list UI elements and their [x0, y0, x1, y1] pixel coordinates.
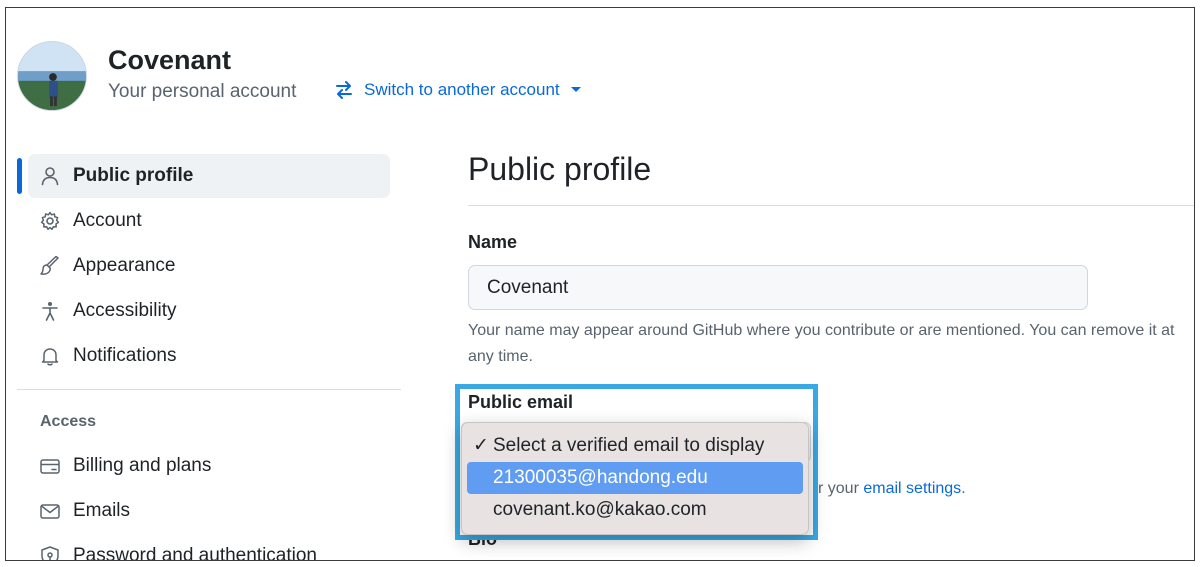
email-option-label: 21300035@handong.edu: [493, 467, 708, 488]
sidebar-item-label: Appearance: [73, 255, 176, 276]
sidebar-item-notifications[interactable]: Notifications: [28, 334, 390, 378]
name-field-value: Covenant: [487, 276, 569, 298]
sidebar-item-label: Account: [73, 210, 142, 231]
email-help-suffix: .: [961, 480, 966, 497]
email-option-label: Select a verified email to display: [493, 435, 765, 456]
sidebar-item-label: Accessibility: [73, 300, 177, 321]
settings-window: Covenant Your personal account Switch to…: [5, 7, 1195, 561]
email-settings-link[interactable]: email settings: [863, 480, 961, 497]
sidebar-item-accessibility[interactable]: Accessibility: [28, 289, 390, 333]
name-label: Name: [468, 232, 518, 252]
caret-down-icon: [570, 87, 581, 92]
sidebar-item-label: Password and authentication: [73, 545, 317, 561]
arrow-switch-icon: [336, 81, 352, 99]
shield-lock-icon: [41, 546, 59, 560]
sidebar-divider: [17, 389, 401, 390]
bell-icon: [41, 348, 59, 366]
email-help-prefix: r your: [818, 480, 859, 497]
switch-account-link[interactable]: Switch to another account: [334, 80, 582, 100]
email-help-text: r your email settings.: [818, 480, 966, 498]
email-option-handong[interactable]: 21300035@handong.edu: [467, 462, 803, 494]
email-option-label: covenant.ko@kakao.com: [493, 499, 707, 520]
email-option-kakao[interactable]: covenant.ko@kakao.com: [462, 494, 808, 526]
sidebar-item-account[interactable]: Account: [28, 199, 390, 243]
sidebar-item-label: Emails: [73, 500, 131, 521]
checkmark-icon: ✓: [473, 435, 489, 456]
sidebar-item-label: Billing and plans: [73, 455, 212, 476]
account-subtitle: Your personal account: [108, 81, 297, 102]
avatar[interactable]: [17, 41, 87, 111]
gear-icon: [40, 211, 60, 231]
title-divider: [468, 205, 1194, 206]
sidebar-item-label: Notifications: [73, 345, 177, 366]
accessibility-icon: [42, 302, 58, 321]
name-field[interactable]: Covenant: [468, 265, 1088, 310]
sidebar-item-public-profile[interactable]: Public profile: [28, 154, 390, 198]
sidebar-item-billing[interactable]: Billing and plans: [28, 444, 390, 488]
credit-card-icon: [40, 459, 60, 474]
switch-account-label: Switch to another account: [364, 80, 560, 99]
page-title: Public profile: [468, 151, 652, 187]
sidebar-section-heading: Access: [40, 413, 97, 430]
person-icon: [41, 167, 59, 186]
mail-icon: [40, 504, 60, 519]
avatar-photo: [18, 42, 86, 110]
sidebar-item-password[interactable]: Password and authentication: [28, 534, 390, 561]
sidebar-item-emails[interactable]: Emails: [28, 489, 390, 533]
account-name: Covenant: [108, 45, 232, 75]
sidebar-item-label: Public profile: [73, 165, 194, 186]
public-email-dropdown: ✓ Select a verified email to display 213…: [461, 422, 809, 535]
email-option-placeholder[interactable]: ✓ Select a verified email to display: [462, 430, 808, 462]
name-help-text: Your name may appear around GitHub where…: [468, 322, 1175, 365]
active-indicator: [17, 158, 22, 194]
sidebar-item-appearance[interactable]: Appearance: [28, 244, 390, 288]
paintbrush-icon: [40, 256, 59, 275]
